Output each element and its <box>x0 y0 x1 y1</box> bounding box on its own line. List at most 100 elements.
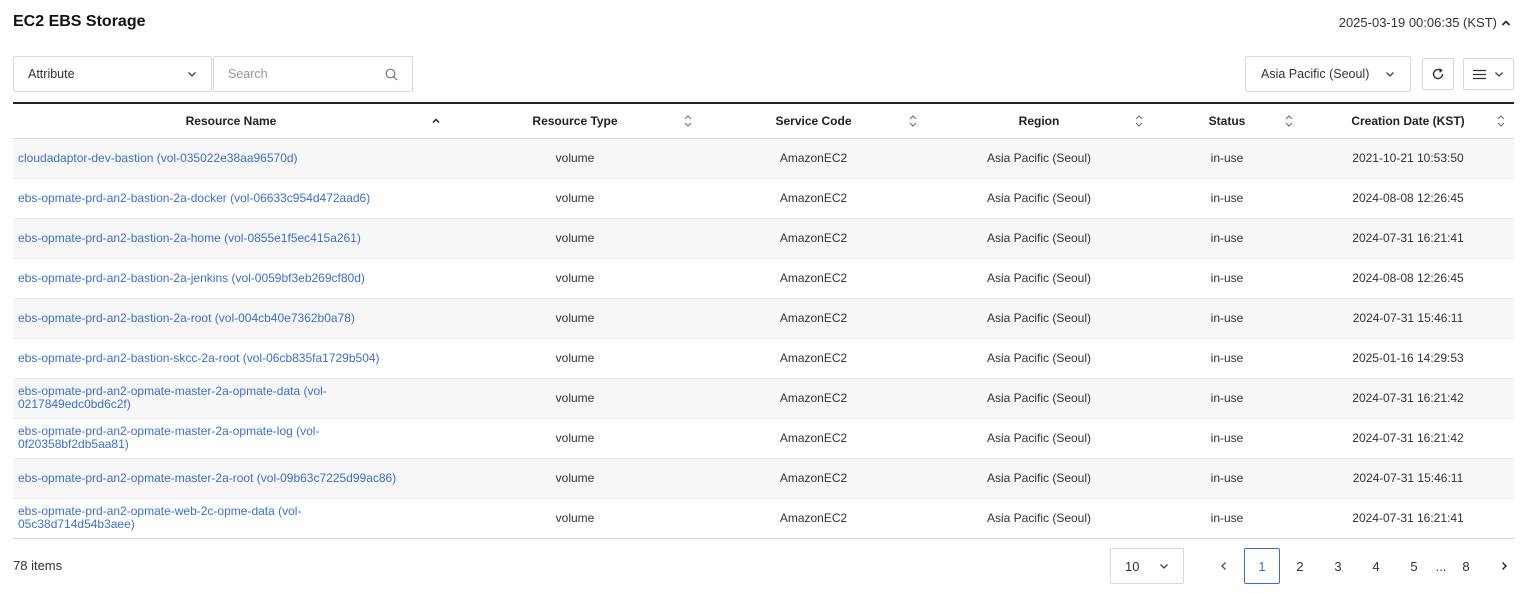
refresh-button[interactable] <box>1422 58 1454 90</box>
region-select[interactable]: Asia Pacific (Seoul) <box>1245 56 1411 92</box>
resource-link[interactable]: ebs-opmate-prd-an2-bastion-2a-docker (vo… <box>18 191 370 205</box>
cell-region: Asia Pacific (Seoul) <box>926 178 1152 219</box>
page-button-1[interactable]: 1 <box>1244 548 1280 584</box>
cell-resource-name: ebs-opmate-prd-an2-opmate-master-2a-root… <box>13 458 449 499</box>
cell-resource-type: volume <box>449 378 701 419</box>
cell-status: in-use <box>1152 458 1302 499</box>
cell-status: in-use <box>1152 178 1302 219</box>
cell-service-code: AmazonEC2 <box>701 218 926 259</box>
table-row: ebs-opmate-prd-an2-bastion-2a-docker (vo… <box>13 178 1514 219</box>
sort-asc-icon <box>432 118 440 123</box>
cell-status: in-use <box>1152 258 1302 299</box>
page-button-2[interactable]: 2 <box>1282 548 1318 584</box>
cell-service-code: AmazonEC2 <box>701 338 926 379</box>
table-row: ebs-opmate-prd-an2-bastion-2a-home (vol-… <box>13 218 1514 259</box>
table-row: ebs-opmate-prd-an2-opmate-master-2a-opma… <box>13 378 1514 419</box>
resource-link[interactable]: ebs-opmate-prd-an2-bastion-2a-home (vol-… <box>18 231 361 245</box>
page-size-value: 10 <box>1125 558 1140 574</box>
cell-resource-type: volume <box>449 418 701 459</box>
page-title: EC2 EBS Storage <box>13 13 146 30</box>
chevron-down-icon <box>188 72 196 77</box>
chevron-down-icon <box>1160 564 1168 569</box>
column-header-resource-name[interactable]: Resource Name <box>13 103 449 138</box>
cell-service-code: AmazonEC2 <box>701 138 926 179</box>
cell-resource-name: ebs-opmate-prd-an2-opmate-master-2a-opma… <box>13 378 449 419</box>
table-body: cloudadaptor-dev-bastion (vol-035022e38a… <box>13 138 1514 539</box>
cell-service-code: AmazonEC2 <box>701 498 926 539</box>
cell-region: Asia Pacific (Seoul) <box>926 298 1152 339</box>
cell-creation-date: 2024-07-31 16:21:41 <box>1302 498 1514 539</box>
cell-service-code: AmazonEC2 <box>701 178 926 219</box>
resource-link[interactable]: ebs-opmate-prd-an2-opmate-master-2a-opma… <box>18 424 319 451</box>
column-header-resource-type[interactable]: Resource Type <box>449 103 701 138</box>
chevron-left-icon <box>1221 562 1226 570</box>
page-next-button[interactable] <box>1486 548 1522 584</box>
resource-link[interactable]: ebs-opmate-prd-an2-opmate-web-2c-opme-da… <box>18 504 301 531</box>
page-button-3[interactable]: 3 <box>1320 548 1356 584</box>
cell-region: Asia Pacific (Seoul) <box>926 258 1152 299</box>
cell-resource-name: cloudadaptor-dev-bastion (vol-035022e38a… <box>13 138 449 179</box>
cell-creation-date: 2025-01-16 14:29:53 <box>1302 338 1514 379</box>
table-header-row: Resource Name Resource Type Service Code… <box>13 103 1514 138</box>
cell-region: Asia Pacific (Seoul) <box>926 218 1152 259</box>
cell-status: in-use <box>1152 378 1302 419</box>
cell-status: in-use <box>1152 138 1302 179</box>
cell-service-code: AmazonEC2 <box>701 418 926 459</box>
page-ellipsis: ... <box>1435 558 1447 574</box>
cell-region: Asia Pacific (Seoul) <box>926 378 1152 419</box>
cell-region: Asia Pacific (Seoul) <box>926 138 1152 179</box>
search-box <box>213 56 413 92</box>
resource-link[interactable]: cloudadaptor-dev-bastion (vol-035022e38a… <box>18 151 298 165</box>
resource-link[interactable]: ebs-opmate-prd-an2-bastion-2a-root (vol-… <box>18 311 355 325</box>
attribute-select-label: Attribute <box>28 67 75 81</box>
cell-service-code: AmazonEC2 <box>701 378 926 419</box>
table-row: ebs-opmate-prd-an2-bastion-2a-jenkins (v… <box>13 258 1514 299</box>
resource-link[interactable]: ebs-opmate-prd-an2-opmate-master-2a-opma… <box>18 384 327 411</box>
chevron-up-icon <box>1501 19 1511 26</box>
cell-resource-type: volume <box>449 338 701 379</box>
cell-resource-name: ebs-opmate-prd-an2-bastion-2a-docker (vo… <box>13 178 449 219</box>
refresh-icon <box>1432 68 1444 80</box>
pagination: 1 2 3 4 5 ... 8 <box>1206 548 1524 584</box>
cell-status: in-use <box>1152 418 1302 459</box>
column-header-creation-date[interactable]: Creation Date (KST) <box>1302 103 1514 138</box>
column-header-service-code[interactable]: Service Code <box>701 103 926 138</box>
cell-resource-name: ebs-opmate-prd-an2-opmate-master-2a-opma… <box>13 418 449 459</box>
cell-resource-type: volume <box>449 178 701 219</box>
cell-status: in-use <box>1152 218 1302 259</box>
cell-resource-name: ebs-opmate-prd-an2-bastion-skcc-2a-root … <box>13 338 449 379</box>
resource-link[interactable]: ebs-opmate-prd-an2-bastion-2a-jenkins (v… <box>18 271 365 285</box>
table-footer: 78 items 10 1 2 3 4 5 ... 8 <box>13 548 1514 584</box>
search-icon[interactable] <box>385 68 398 81</box>
cell-service-code: AmazonEC2 <box>701 258 926 299</box>
page-size-select[interactable]: 10 <box>1110 548 1184 584</box>
sort-both-icon <box>1497 114 1505 127</box>
cell-service-code: AmazonEC2 <box>701 298 926 339</box>
cell-creation-date: 2024-07-31 16:21:42 <box>1302 378 1514 419</box>
search-input[interactable] <box>228 67 378 81</box>
column-header-status[interactable]: Status <box>1152 103 1302 138</box>
cell-creation-date: 2024-08-08 12:26:45 <box>1302 178 1514 219</box>
page-button-4[interactable]: 4 <box>1358 548 1394 584</box>
region-select-label: Asia Pacific (Seoul) <box>1261 67 1370 81</box>
resource-table: Resource Name Resource Type Service Code… <box>13 102 1514 539</box>
cell-resource-name: ebs-opmate-prd-an2-bastion-2a-jenkins (v… <box>13 258 449 299</box>
cell-resource-name: ebs-opmate-prd-an2-bastion-2a-home (vol-… <box>13 218 449 259</box>
column-menu-button[interactable] <box>1463 58 1514 90</box>
cell-status: in-use <box>1152 338 1302 379</box>
cell-status: in-use <box>1152 498 1302 539</box>
page-button-5[interactable]: 5 <box>1396 548 1432 584</box>
table-row: ebs-opmate-prd-an2-opmate-web-2c-opme-da… <box>13 498 1514 539</box>
column-header-region[interactable]: Region <box>926 103 1152 138</box>
page-prev-button[interactable] <box>1206 548 1242 584</box>
page-button-last[interactable]: 8 <box>1448 548 1484 584</box>
sort-both-icon <box>1135 114 1143 127</box>
cell-resource-name: ebs-opmate-prd-an2-opmate-web-2c-opme-da… <box>13 498 449 539</box>
resource-link[interactable]: ebs-opmate-prd-an2-bastion-skcc-2a-root … <box>18 351 380 365</box>
cell-resource-type: volume <box>449 458 701 499</box>
timestamp-toggle[interactable]: 2025-03-19 00:06:35 (KST) <box>1339 15 1511 30</box>
attribute-select[interactable]: Attribute <box>13 56 212 92</box>
cell-creation-date: 2024-07-31 15:46:11 <box>1302 298 1514 339</box>
resource-link[interactable]: ebs-opmate-prd-an2-opmate-master-2a-root… <box>18 471 396 485</box>
cell-creation-date: 2024-07-31 16:21:42 <box>1302 418 1514 459</box>
